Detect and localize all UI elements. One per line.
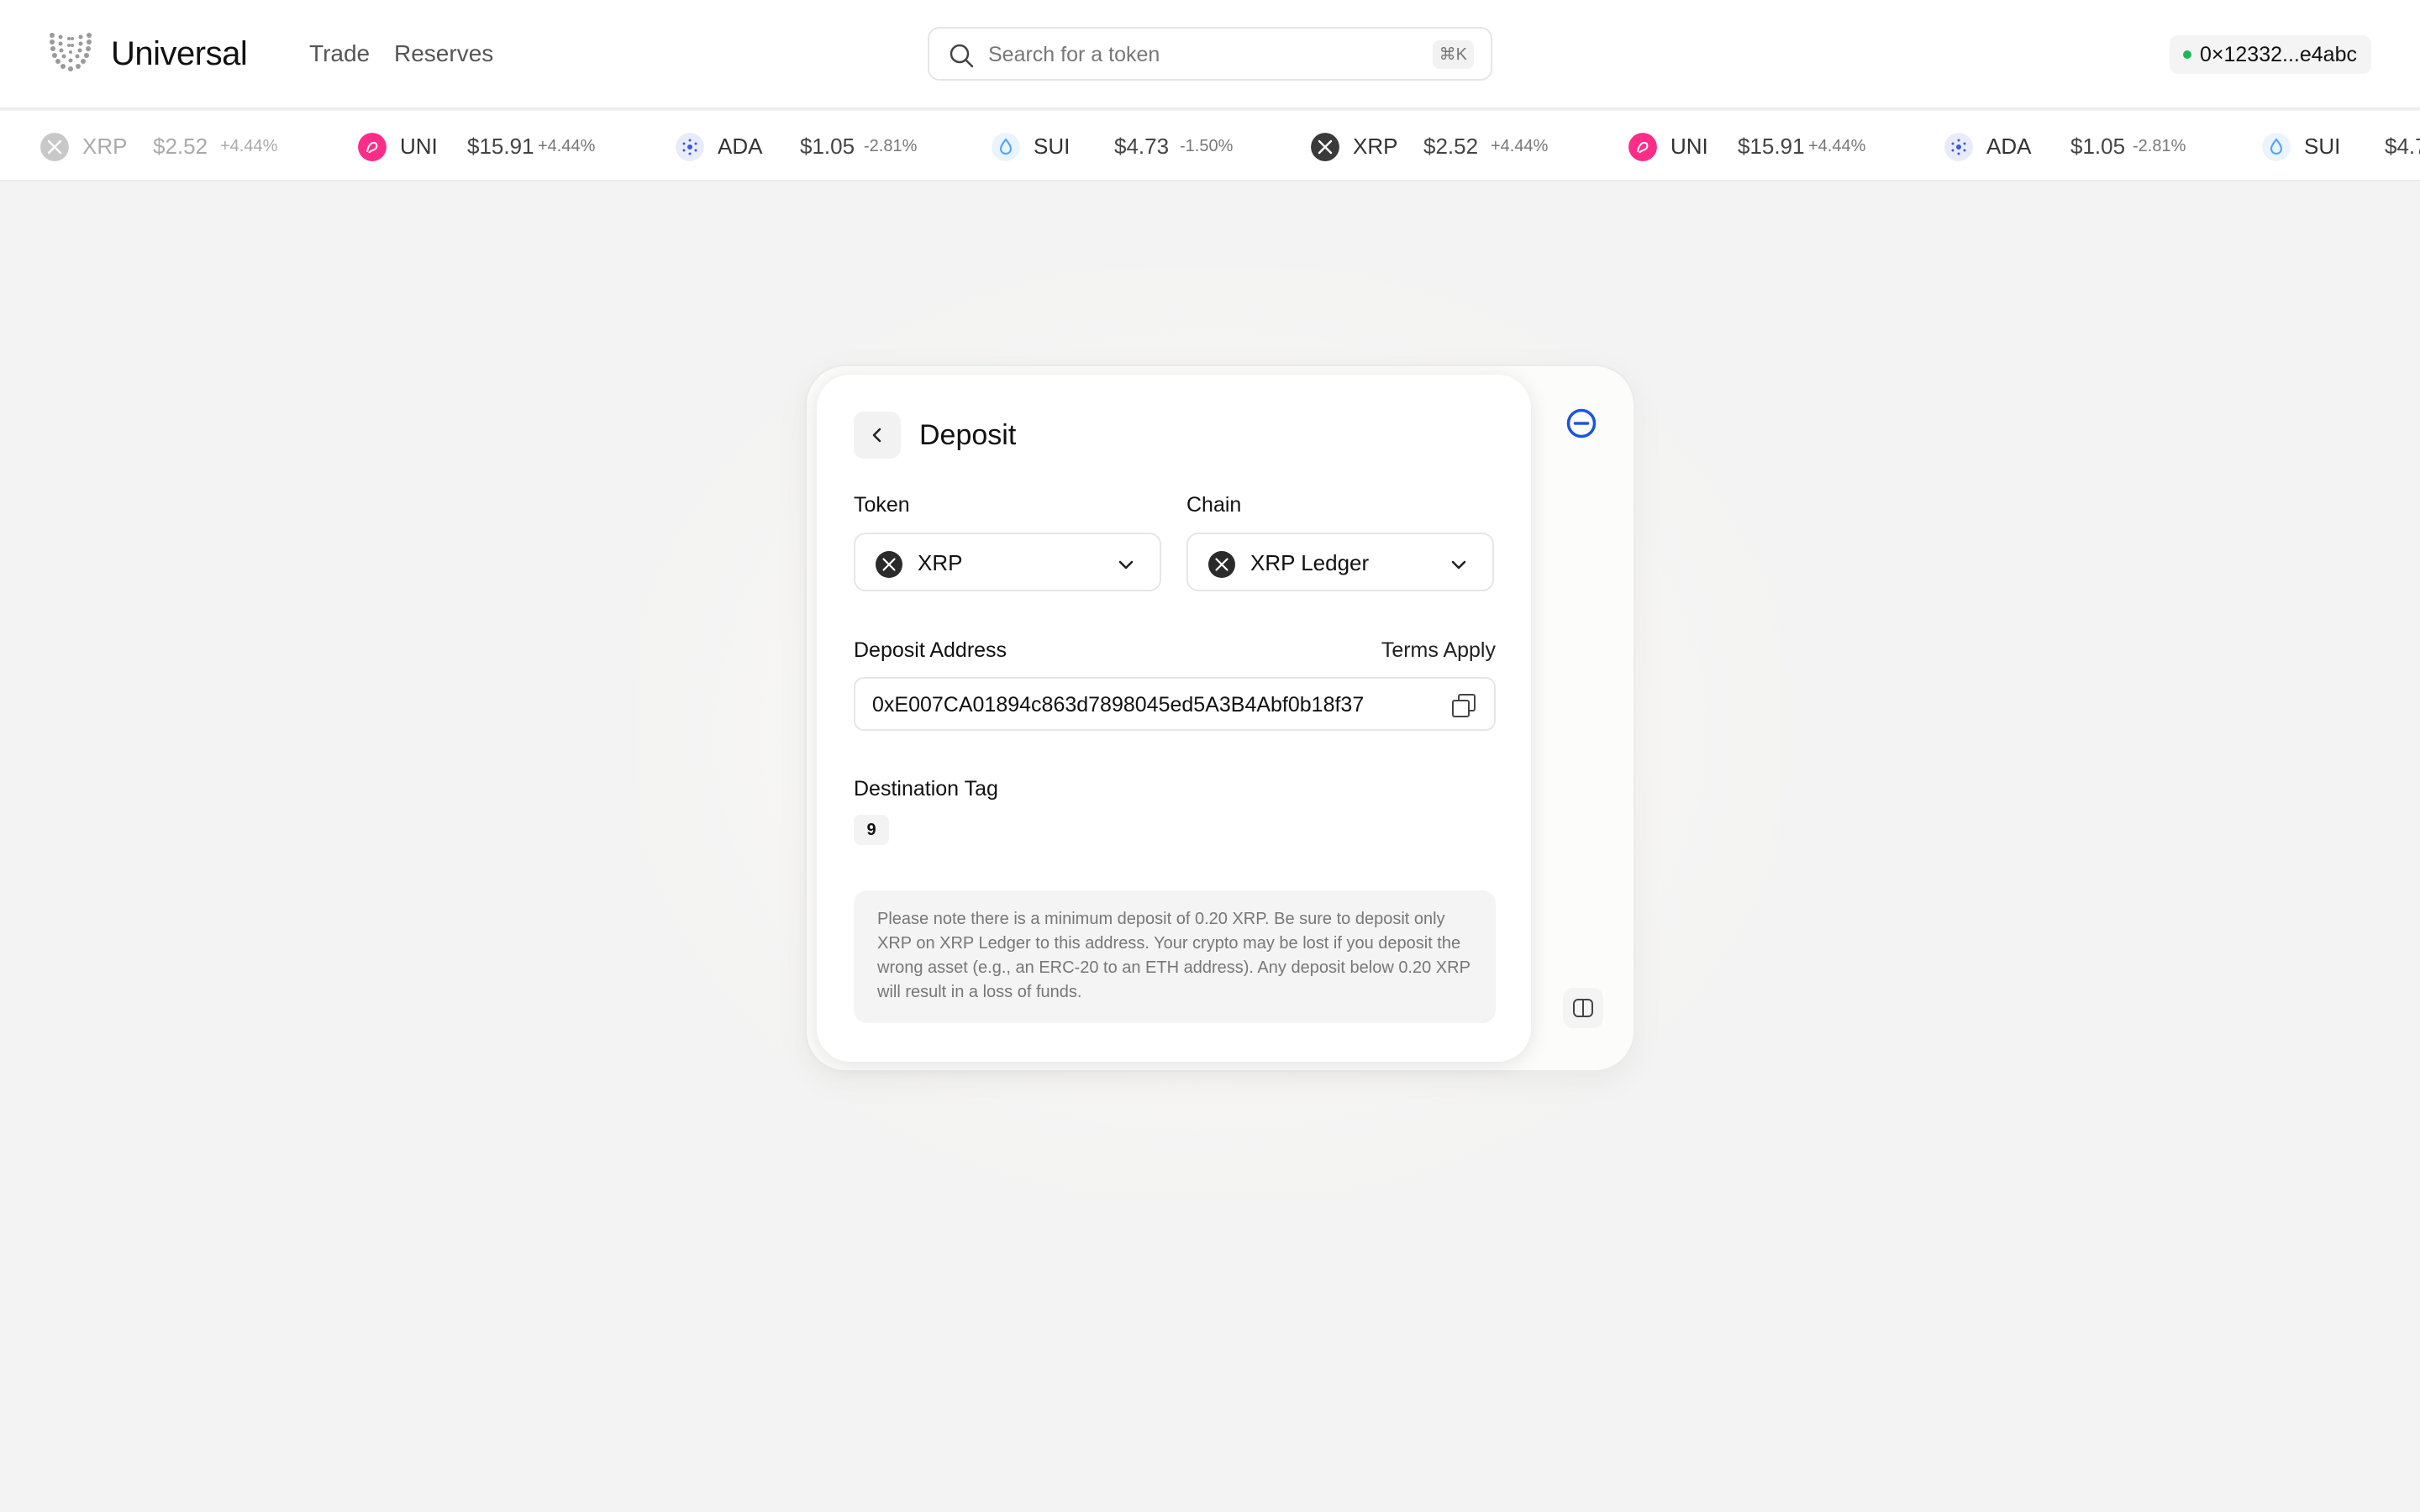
- ticker-change: +4.44%: [538, 137, 596, 155]
- destination-tag-value[interactable]: 9: [854, 815, 889, 845]
- ticker-change: -2.81%: [864, 137, 918, 155]
- ada-icon: [1944, 133, 1973, 161]
- ticker-change: +4.44%: [1808, 137, 1866, 155]
- token-select[interactable]: XRP: [854, 533, 1161, 591]
- ticker-symbol: SUI: [1034, 134, 1071, 159]
- ticker-symbol: XRP: [1353, 134, 1398, 159]
- ticker-symbol: XRP: [82, 134, 128, 159]
- ticker-price: $1.05: [2070, 134, 2126, 159]
- xrp-icon: [876, 551, 902, 578]
- sui-icon: [992, 133, 1020, 161]
- sui-icon: [2262, 133, 2291, 161]
- xrp-icon: [1311, 133, 1339, 161]
- uni-icon: [358, 133, 387, 161]
- ticker-change: -2.81%: [2133, 137, 2186, 155]
- ticker-symbol: UNI: [1670, 134, 1708, 159]
- wallet-address-button[interactable]: 0×12332...e4abc: [2170, 35, 2371, 74]
- ada-icon: [676, 133, 704, 161]
- nav-reserves[interactable]: Reserves: [394, 37, 493, 71]
- uni-icon: [1628, 133, 1657, 161]
- xrp-icon: [40, 133, 69, 161]
- deposit-notice: Please note there is a minimum deposit o…: [854, 890, 1496, 1023]
- token-label: Token: [854, 493, 910, 517]
- chain-label: Chain: [1186, 493, 1242, 517]
- ticker-change: +4.44%: [220, 137, 278, 155]
- ticker-symbol: UNI: [400, 134, 438, 159]
- toggle-panel-button[interactable]: [1563, 988, 1603, 1028]
- search-box[interactable]: ⌘K: [928, 27, 1492, 81]
- token-select-value: XRP: [918, 550, 963, 575]
- terms-apply-link[interactable]: Terms Apply: [1378, 636, 1496, 664]
- copy-icon[interactable]: [1450, 692, 1477, 719]
- ticker-price: $4.73: [1114, 134, 1170, 159]
- xrp-ledger-icon: [1208, 551, 1235, 578]
- deposit-address-value[interactable]: 0xE007CA01894c863d7898045ed5A3B4Abf0b18f…: [872, 690, 1364, 719]
- chevron-left-icon: [872, 428, 881, 443]
- ticker-price: $4.7: [2385, 134, 2420, 159]
- chain-select[interactable]: XRP Ledger: [1186, 533, 1494, 591]
- ticker-price: $2.52: [1423, 134, 1479, 159]
- search-input[interactable]: [988, 39, 1392, 71]
- search-shortcut-badge: ⌘K: [1432, 40, 1474, 69]
- search-icon: [950, 44, 974, 68]
- sidebar-panel-icon: [1573, 999, 1593, 1017]
- ticker-price: $1.05: [800, 134, 855, 159]
- ticker-symbol: ADA: [1986, 134, 2032, 159]
- minus-circle-icon[interactable]: [1565, 407, 1598, 440]
- chevron-down-icon: [1118, 560, 1134, 570]
- ticker-price: $15.91: [467, 134, 534, 159]
- deposit-address-field[interactable]: 0xE007CA01894c863d7898045ed5A3B4Abf0b18f…: [854, 677, 1496, 731]
- ticker-price: $15.91: [1738, 134, 1805, 159]
- chevron-down-icon: [1451, 560, 1466, 570]
- ticker-change: -1.50%: [1180, 137, 1234, 155]
- nav-trade[interactable]: Trade: [309, 37, 370, 71]
- wallet-address: 0×12332...e4abc: [2200, 43, 2357, 66]
- top-header: Universal Trade Reserves ⌘K 0×12332...e4…: [0, 0, 2420, 109]
- universal-logo-icon[interactable]: [47, 30, 94, 77]
- connected-status-dot: [2183, 50, 2191, 59]
- destination-tag-label: Destination Tag: [854, 777, 998, 801]
- chain-select-value: XRP Ledger: [1250, 550, 1370, 575]
- price-ticker: XRP $2.52 +4.44% UNI $15.91 +4.44% ADA $…: [0, 111, 2420, 181]
- ticker-symbol: ADA: [718, 134, 763, 159]
- deposit-address-label: Deposit Address: [854, 638, 1007, 662]
- page-title: Deposit: [919, 419, 1017, 451]
- ticker-symbol: SUI: [2304, 134, 2341, 159]
- ticker-price: $2.52: [153, 134, 208, 159]
- brand-name[interactable]: Universal: [111, 32, 248, 76]
- back-button[interactable]: [854, 412, 901, 459]
- ticker-change: +4.44%: [1491, 137, 1549, 155]
